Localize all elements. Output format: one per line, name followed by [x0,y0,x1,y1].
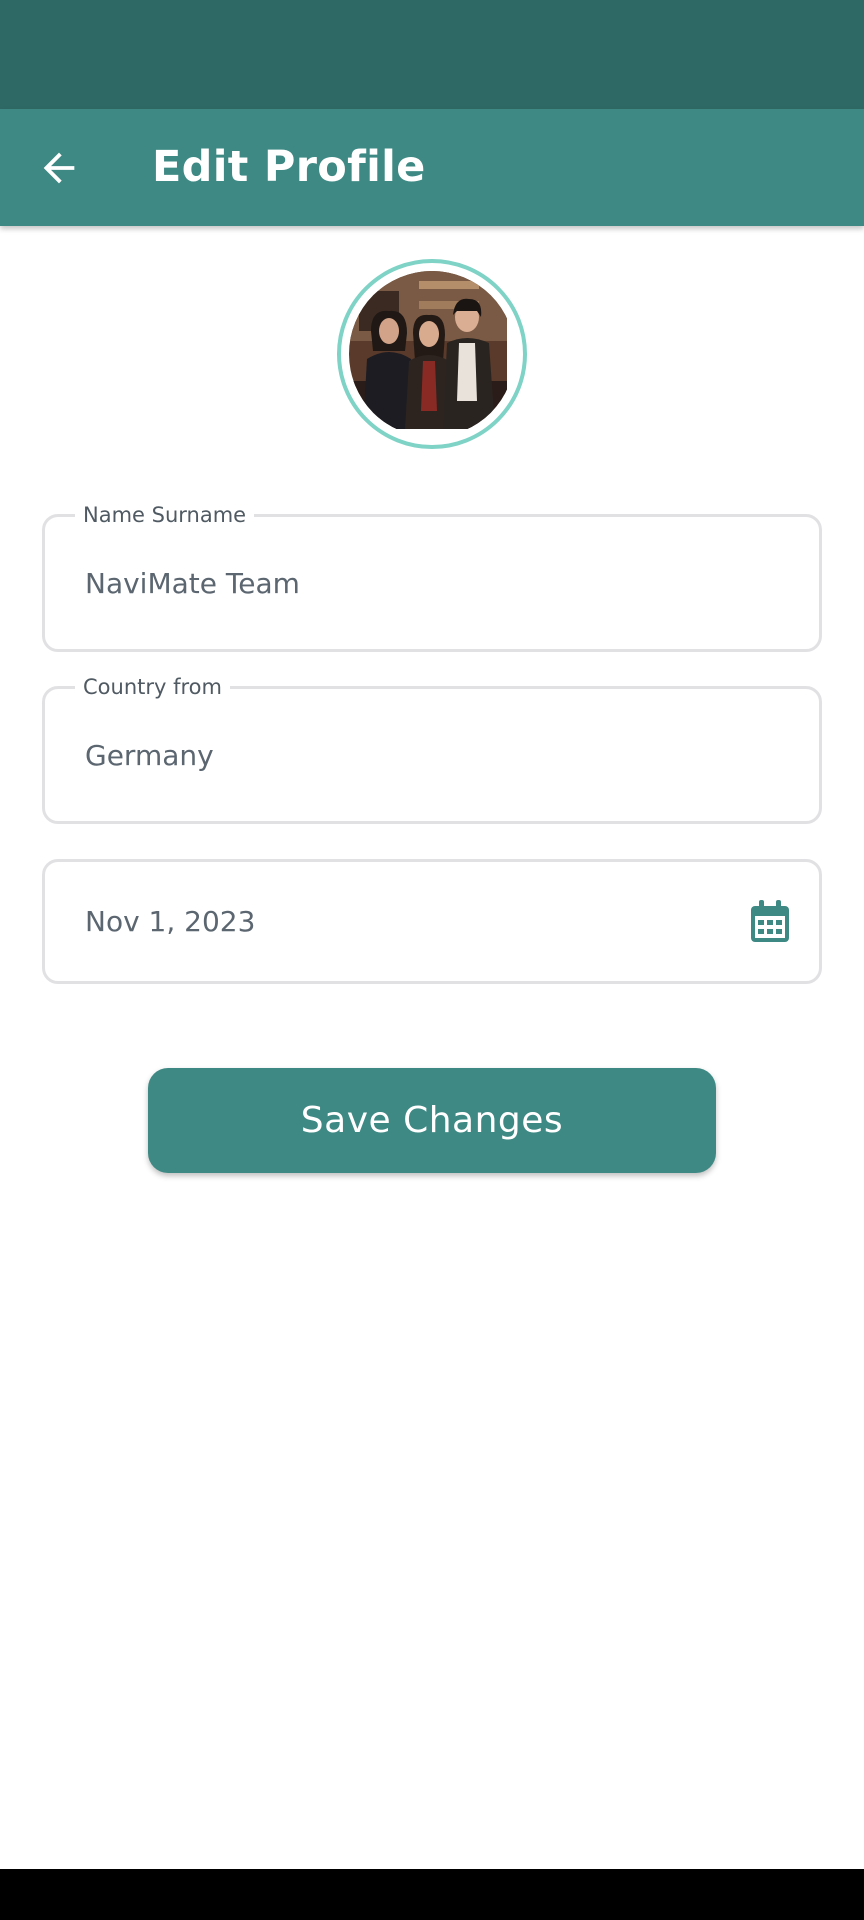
profile-photo [349,271,515,437]
page-title: Edit Profile [152,142,426,192]
country-field[interactable]: Country from Germany [42,674,822,824]
system-navigation-bar [0,1869,864,1920]
save-changes-button[interactable]: Save Changes [148,1068,716,1173]
name-field[interactable]: Name Surname NaviMate Team [42,502,822,652]
calendar-icon[interactable] [749,900,791,944]
country-input[interactable]: Germany [85,689,214,821]
status-bar [0,0,864,109]
back-button[interactable] [30,139,88,197]
date-input[interactable]: Nov 1, 2023 [85,862,255,981]
app-bar: Edit Profile [0,109,864,226]
avatar[interactable] [337,259,527,449]
arrow-left-icon [43,152,75,184]
name-input[interactable]: NaviMate Team [85,517,300,649]
date-field[interactable]: Nov 1, 2023 [42,859,822,984]
